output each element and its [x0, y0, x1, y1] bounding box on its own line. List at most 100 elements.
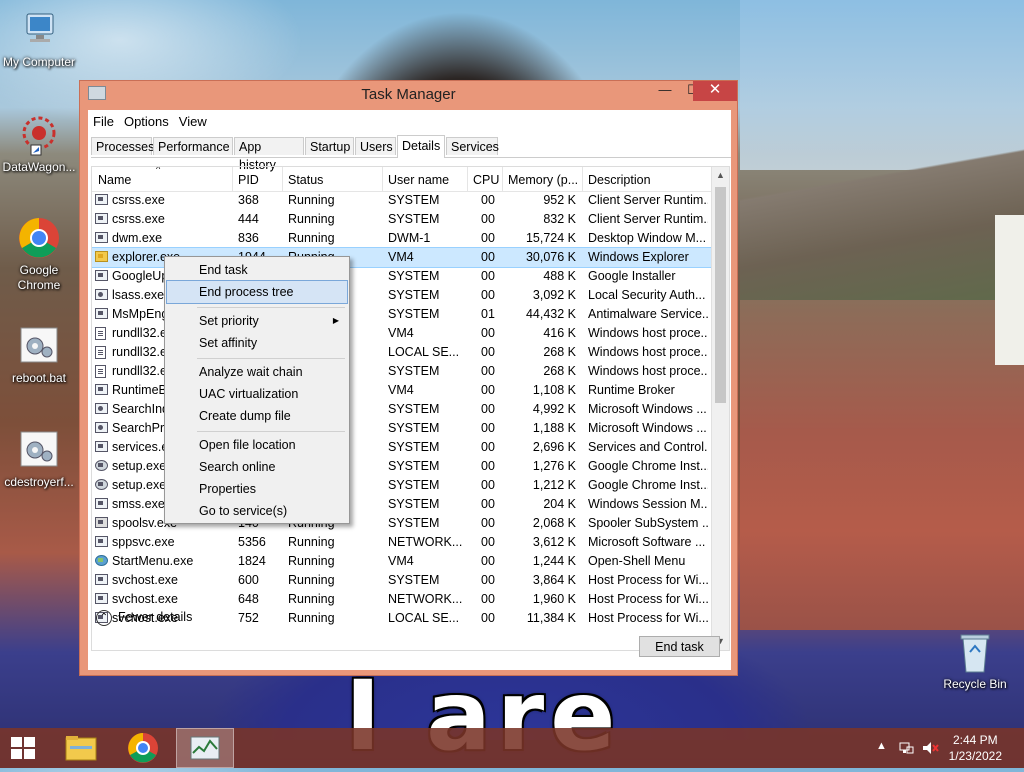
taskbar-clock[interactable]: 2:44 PM 1/23/2022: [949, 732, 1002, 764]
tab-services[interactable]: Services: [446, 137, 499, 155]
cell-status: Running: [288, 212, 335, 226]
cell-mem: 416 K: [543, 326, 576, 340]
desktop-icon-google-chrome[interactable]: Google Chrome: [0, 216, 78, 293]
table-row[interactable]: csrss.exe 368 Running SYSTEM 00 952 K Client S…: [92, 191, 712, 210]
cell-pid: 600: [238, 573, 259, 587]
folder-icon: [65, 736, 97, 761]
vertical-scrollbar[interactable]: ▲ ▼: [711, 167, 729, 650]
table-row[interactable]: dwm.exe 836 Running DWM-1 00 15,724 K Desktop …: [92, 229, 712, 248]
desktop-icon-my-computer[interactable]: My Computer: [0, 8, 78, 70]
table-row[interactable]: svchost.exe 648 Running NETWORK... 00 1,960 K…: [92, 590, 712, 609]
tab-performance[interactable]: Performance: [153, 137, 233, 155]
fewer-details-link[interactable]: ⌃ Fewer details: [96, 608, 192, 626]
tab-startup[interactable]: Startup: [305, 137, 354, 155]
cell-user: VM4: [388, 554, 414, 568]
cell-cpu: 00: [481, 516, 495, 530]
minimize-button[interactable]: —: [651, 81, 679, 101]
cell-status: Running: [288, 611, 335, 625]
cell-mem: 952 K: [543, 193, 576, 207]
menu-item-properties[interactable]: Properties: [167, 478, 347, 500]
table-row[interactable]: sppsvc.exe 5356 Running NETWORK... 00 3,612 K…: [92, 533, 712, 552]
cell-mem: 30,076 K: [525, 250, 576, 264]
window-title: Task Manager: [361, 86, 456, 103]
menu-options[interactable]: Options: [119, 112, 174, 131]
show-hidden-icons[interactable]: ▲: [876, 740, 887, 752]
menu-item-set-affinity[interactable]: Set affinity: [167, 332, 347, 354]
cell-cpu: 00: [481, 554, 495, 568]
menu-item-end-task[interactable]: End task: [167, 259, 347, 281]
process-icon: [95, 555, 108, 566]
menu-item-create-dump-file[interactable]: Create dump file: [167, 405, 347, 427]
menu-view[interactable]: View: [174, 112, 212, 131]
cell-desc: Antimalware Service...: [588, 307, 708, 321]
submenu-arrow-icon: ▶: [332, 316, 339, 325]
menu-item-analyze-wait-chain[interactable]: Analyze wait chain: [167, 361, 347, 383]
menu-item-uac-virtualization[interactable]: UAC virtualization: [167, 383, 347, 405]
desktop-icon-label: DataWagon...: [2, 160, 76, 174]
cell-cpu: 00: [481, 497, 495, 511]
cell-mem: 1,212 K: [532, 478, 576, 492]
table-row[interactable]: svchost.exe 600 Running SYSTEM 00 3,864 K Host…: [92, 571, 712, 590]
start-button[interactable]: [11, 737, 37, 759]
cell-cpu: 00: [481, 250, 495, 264]
taskbar-chrome[interactable]: [114, 728, 172, 768]
cell-user: SYSTEM: [388, 288, 440, 302]
column-pid[interactable]: PID: [238, 173, 259, 187]
menu-item-end-process-tree[interactable]: End process tree: [166, 280, 348, 304]
task-manager-icon: [190, 736, 220, 760]
cell-desc: Client Server Runtim...: [588, 212, 708, 226]
cell-desc: Microsoft Windows ...: [588, 421, 707, 435]
cell-user: SYSTEM: [388, 516, 440, 530]
scroll-up-icon[interactable]: ▲: [712, 167, 729, 184]
cell-desc: Windows host proce...: [588, 326, 708, 340]
menu-item-open-file-location[interactable]: Open file location: [167, 434, 347, 456]
table-row[interactable]: csrss.exe 444 Running SYSTEM 00 832 K Client S…: [92, 210, 712, 229]
process-icon: [95, 194, 108, 205]
tab-details[interactable]: Details: [397, 135, 445, 158]
desktop-icon-cdestroyer[interactable]: cdestroyerf...: [0, 428, 78, 490]
cell-cpu: 00: [481, 269, 495, 283]
taskbar-task-manager[interactable]: [176, 728, 234, 768]
title-bar[interactable]: Task Manager — ☐ ✕: [80, 81, 737, 105]
close-button[interactable]: ✕: [693, 81, 737, 101]
process-icon: [95, 479, 108, 490]
network-icon[interactable]: [898, 741, 914, 758]
column-memory[interactable]: Memory (p...: [508, 173, 578, 187]
cell-user: SYSTEM: [388, 402, 440, 416]
table-row[interactable]: StartMenu.exe 1824 Running VM4 00 1,244 K Open…: [92, 552, 712, 571]
volume-muted-icon[interactable]: [922, 741, 940, 758]
process-icon: [95, 270, 108, 281]
column-description[interactable]: Description: [588, 173, 651, 187]
column-cpu[interactable]: CPU: [473, 173, 499, 187]
taskbar-file-explorer[interactable]: [52, 728, 110, 768]
cell-desc: Windows Explorer: [588, 250, 689, 264]
scrollbar-thumb[interactable]: [715, 187, 726, 403]
column-status[interactable]: Status: [288, 173, 323, 187]
cell-user: VM4: [388, 250, 414, 264]
tab-users[interactable]: Users: [355, 137, 396, 155]
tab-app-history[interactable]: App history: [234, 137, 304, 172]
desktop-icon-datawagon[interactable]: DataWagon...: [0, 113, 78, 175]
menu-file[interactable]: File: [88, 112, 119, 131]
desktop-icon-reboot-bat[interactable]: reboot.bat: [0, 324, 78, 386]
cell-user: NETWORK...: [388, 535, 463, 549]
process-icon: [95, 536, 108, 547]
cell-desc: Windows host proce...: [588, 345, 708, 359]
cell-desc: Client Server Runtim...: [588, 193, 708, 207]
tab-processes[interactable]: Processes: [91, 137, 154, 155]
cell-cpu: 00: [481, 383, 495, 397]
fewer-details-label: Fewer details: [118, 610, 193, 624]
cell-name: csrss.exe: [112, 193, 165, 207]
column-name[interactable]: Name: [98, 173, 131, 187]
menu-item-go-to-services[interactable]: Go to service(s): [167, 500, 347, 522]
cell-mem: 44,432 K: [525, 307, 576, 321]
end-task-button[interactable]: End task: [639, 636, 720, 657]
recycle-bin-icon: [953, 630, 997, 674]
desktop-icon-label: My Computer: [2, 55, 76, 69]
cell-name: csrss.exe: [112, 212, 165, 226]
desktop-icon-recycle-bin[interactable]: Recycle Bin: [936, 630, 1014, 692]
menu-item-search-online[interactable]: Search online: [167, 456, 347, 478]
column-user-name[interactable]: User name: [388, 173, 449, 187]
cell-cpu: 00: [481, 288, 495, 302]
menu-item-set-priority[interactable]: Set priority ▶: [167, 310, 347, 332]
